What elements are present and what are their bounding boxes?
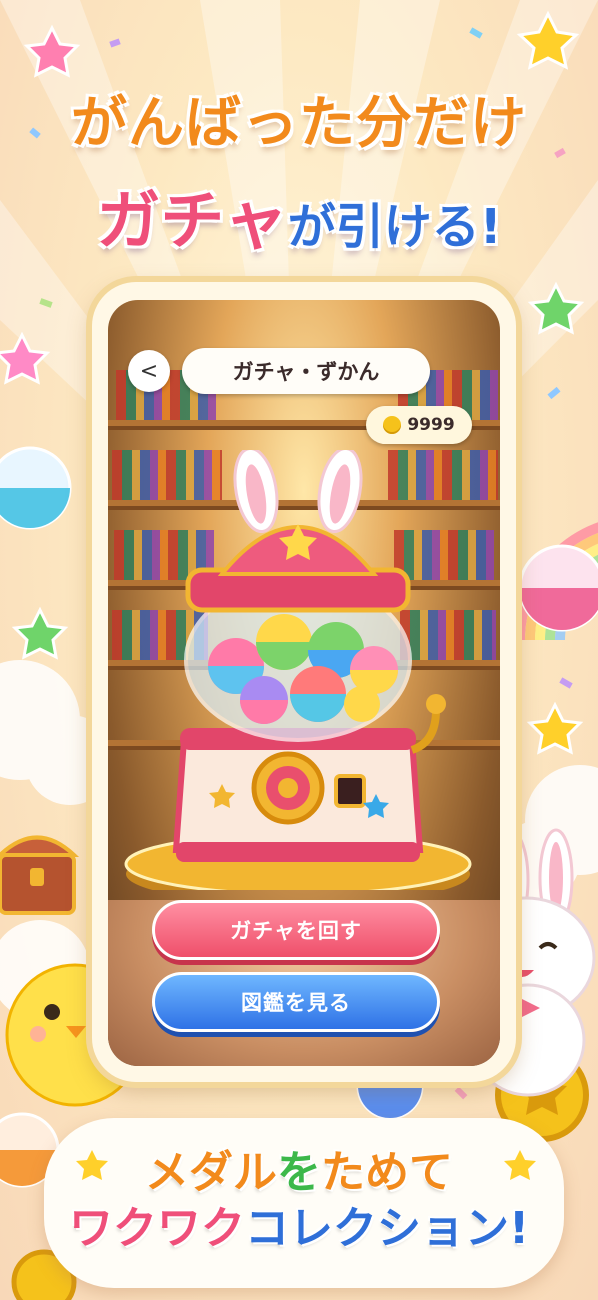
- gacha-machine[interactable]: [118, 450, 478, 890]
- star-icon: [526, 701, 584, 755]
- coin-icon: [383, 416, 402, 434]
- banner-medal: メダル: [145, 1147, 277, 1198]
- banner-line1: メダルをためて: [0, 1136, 598, 1200]
- coin-balance: 9999: [366, 406, 472, 444]
- chevron-left-icon: <: [139, 358, 159, 384]
- coin-count: 9999: [407, 415, 455, 435]
- headline-gacha: ガチャ: [96, 185, 288, 259]
- headline-line2: ガチャが引ける!: [0, 170, 598, 262]
- view-encyclopedia-button[interactable]: 図鑑を見る: [152, 972, 440, 1032]
- headline-line1: がんばった分だけ: [71, 91, 527, 156]
- screen-title: ガチャ・ずかん: [182, 348, 430, 394]
- banner-line2: ワクワクコレクション!: [0, 1192, 598, 1256]
- spin-gacha-button[interactable]: ガチャを回す: [152, 900, 440, 960]
- treasure-chest-icon: [0, 835, 80, 915]
- back-button[interactable]: <: [128, 350, 170, 392]
- banner-wakuwaku: ワクワク: [68, 1203, 245, 1254]
- star-icon: [11, 606, 69, 660]
- banner-wo: を: [277, 1147, 321, 1198]
- banner-collection: コレクション!: [244, 1203, 530, 1254]
- capsule-slot: [334, 774, 366, 808]
- headline-can-draw: が引ける!: [287, 199, 502, 255]
- banner-collect: ためて: [321, 1147, 453, 1198]
